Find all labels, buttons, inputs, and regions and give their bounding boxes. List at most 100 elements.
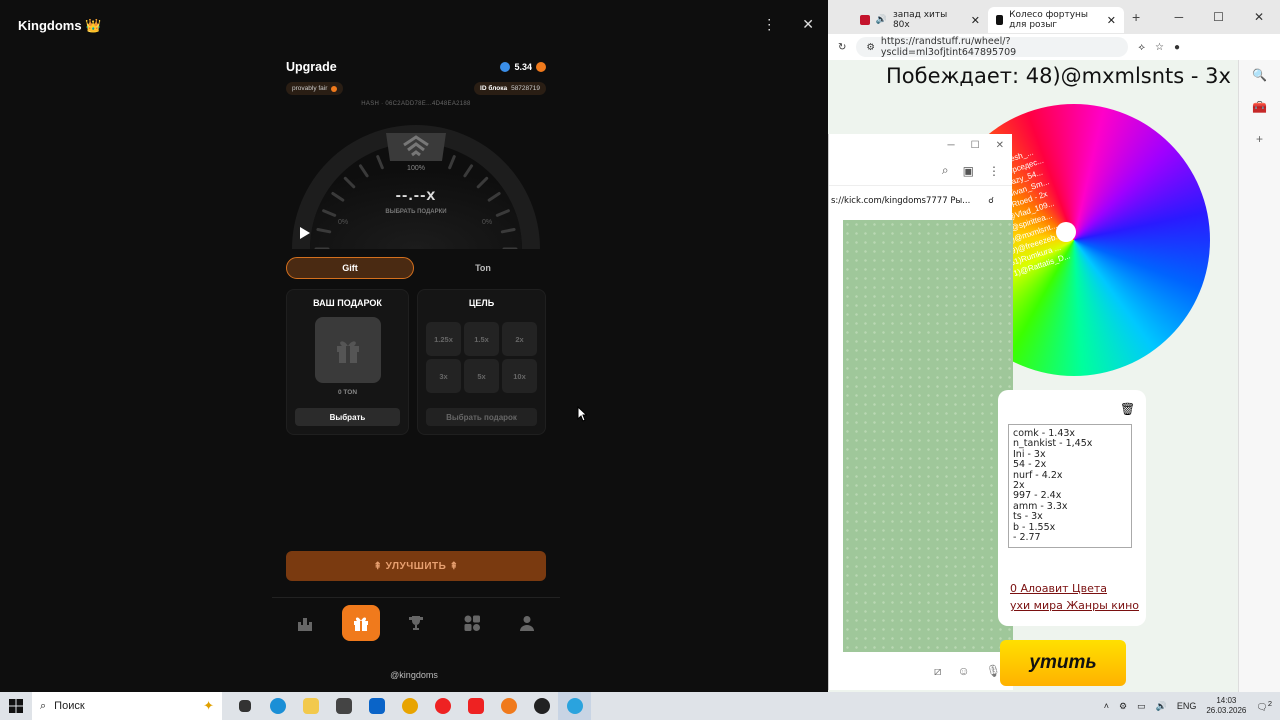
yandex-browser-icon [434,698,451,714]
explorer-button[interactable] [294,692,327,720]
edge-button[interactable] [261,692,294,720]
category-links[interactable]: 0 Алоавит Цвета ухи мира Жанры кино [1010,580,1139,614]
ton-icon [500,62,511,72]
close-window-icon[interactable]: ✕ [996,140,1004,151]
telegram-icon [566,698,583,714]
chance-gauge: 100% --.--x ВЫБРАТЬ ПОДАРКИ 0% 0% [286,115,546,249]
multiplier-option[interactable]: 2x [502,322,537,356]
balance-value: 5.34 [514,62,532,72]
task-view-button[interactable] [228,692,261,720]
ring-app-button[interactable] [393,692,426,720]
provably-fair-label: provably fair [292,85,328,92]
tab-gift[interactable]: Gift [286,257,414,279]
language-indicator[interactable]: ENG [1177,701,1197,711]
yandex-browser-button[interactable] [426,692,459,720]
apps-grid-icon [464,615,480,631]
nav-apps[interactable] [453,605,491,641]
maximize-icon[interactable]: ☐ [1213,10,1224,24]
gauge-graphic [292,125,540,249]
nav-castle[interactable] [286,605,324,641]
volume-icon[interactable]: 🔊 [1156,701,1167,712]
choose-gift-button[interactable]: Выбрать подарок [426,408,537,426]
app-orange-button[interactable] [492,692,525,720]
notifications-icon[interactable]: 🗨2 [1256,699,1272,713]
multiplier-option[interactable]: 1.25x [426,322,461,356]
emoji-icon[interactable]: ☺ [958,664,970,678]
commands-icon[interactable]: ⧄ [934,664,942,679]
tray-app-icon[interactable]: ⚙ [1119,701,1127,712]
ring-app-icon [401,698,418,714]
nav-divider [272,597,560,598]
bookmark-icon[interactable]: ☆ [1155,42,1164,53]
chat-background [843,220,1013,652]
upgrade-chevron-icon: ⇞ [446,560,459,572]
choose-button[interactable]: Выбрать [295,408,400,426]
spin-button[interactable]: утить [1000,640,1126,686]
new-tab-icon[interactable]: + [1132,9,1140,25]
gauge-top-percent: 100% [407,165,425,172]
trash-icon[interactable]: 🗑 [1120,402,1135,416]
hash-text[interactable]: HASH · 06C2ADD78E...4D48EA2188 [286,101,546,107]
sidebar-add-icon[interactable]: + [1256,132,1263,146]
stream-icon[interactable]: ▣ [963,164,974,178]
add-funds-icon[interactable] [536,62,546,72]
more-icon[interactable]: ⋮ [988,164,1000,178]
extensions-icon[interactable]: ⟡ [1138,42,1145,53]
balance[interactable]: 5.34 [500,62,546,72]
entries-list[interactable]: comk - 1.43x n_tankist - 1,45x Ini - 3x 54 … [1008,424,1132,548]
site-info-icon[interactable]: ⚙ [866,42,875,53]
category-link-row[interactable]: 0 Алоавит Цвета [1010,580,1139,597]
category-link-row[interactable]: ухи мира Жанры кино [1010,597,1139,614]
pinned-link[interactable]: s://kick.com/kingdoms7777 Ры... [831,196,970,206]
taskbar-search[interactable]: ⌕ Поиск ✦ [32,692,222,720]
browser-tab-1[interactable]: 🔊 запад хиты 80х ✕ [852,7,988,33]
yandex-button[interactable] [459,692,492,720]
footer-handle[interactable]: @kingdoms [0,670,828,680]
maximize-icon[interactable]: ☐ [971,140,980,151]
close-icon[interactable]: ✕ [802,16,814,33]
sidebar-search-icon[interactable]: 🔍 [1252,68,1267,82]
multiplier-option[interactable]: 3x [426,359,461,393]
taskbar: ⌕ Поиск ✦ ˄ ⚙ ▭ 🔊 ENG 14:03 26.03.2026 🗨… [0,692,1280,720]
multiplier-option[interactable]: 5x [464,359,499,393]
multiplier-option[interactable]: 1.5x [464,322,499,356]
windows-icon [9,699,23,713]
microphone-icon[interactable]: 🎙 [986,664,1001,678]
telegram-button[interactable] [558,692,591,720]
nav-trophy[interactable] [397,605,435,641]
sidebar-bag-icon[interactable]: 🧰 [1252,100,1267,114]
start-button[interactable] [0,692,32,720]
outlook-button[interactable] [360,692,393,720]
minimize-icon[interactable]: ─ [948,140,955,151]
your-gift-title: ВАШ ПОДАРОК [313,298,382,308]
entry-line: - 2.77 [1013,532,1041,544]
tab-label: запад хиты 80х [892,10,948,30]
block-id-badge: ID блока 58728719 [474,82,546,95]
provably-fair-badge[interactable]: provably fair [286,82,344,95]
bottom-nav [286,605,546,641]
nav-upgrade[interactable] [341,605,380,641]
reload-icon[interactable]: ↻ [838,42,846,53]
url-field[interactable]: ⚙ https://randstuff.ru/wheel/?ysclid=ml3… [856,36,1129,58]
minimize-icon[interactable]: ─ [1175,10,1184,24]
browser-tab-2[interactable]: Колесо фортуны для розыг ✕ [988,7,1124,33]
clock[interactable]: 14:03 26.03.2026 [1206,696,1246,716]
obs-button[interactable] [525,692,558,720]
close-tab-icon[interactable]: ✕ [971,14,980,27]
gift-slot[interactable] [314,317,381,383]
castle-icon [298,618,312,631]
upgrade-button[interactable]: ⇞ УЛУЧШИТЬ ⇞ [286,551,546,581]
close-window-icon[interactable]: ✕ [1254,10,1264,24]
network-icon[interactable]: ▭ [1137,701,1146,712]
unpin-icon[interactable]: ☌ [988,196,994,206]
multiplier-option[interactable]: 10x [502,359,537,393]
store-button[interactable] [327,692,360,720]
search-icon[interactable]: ⌕ [942,163,949,178]
nav-profile[interactable] [508,605,546,641]
tab-ton[interactable]: Ton [420,257,546,279]
close-tab-icon[interactable]: ✕ [1107,14,1116,27]
task-view-icon [238,700,251,712]
more-icon[interactable]: ⋮ [762,16,776,33]
profile-icon[interactable]: ● [1174,42,1180,53]
tray-chevron-icon[interactable]: ˄ [1104,701,1109,711]
